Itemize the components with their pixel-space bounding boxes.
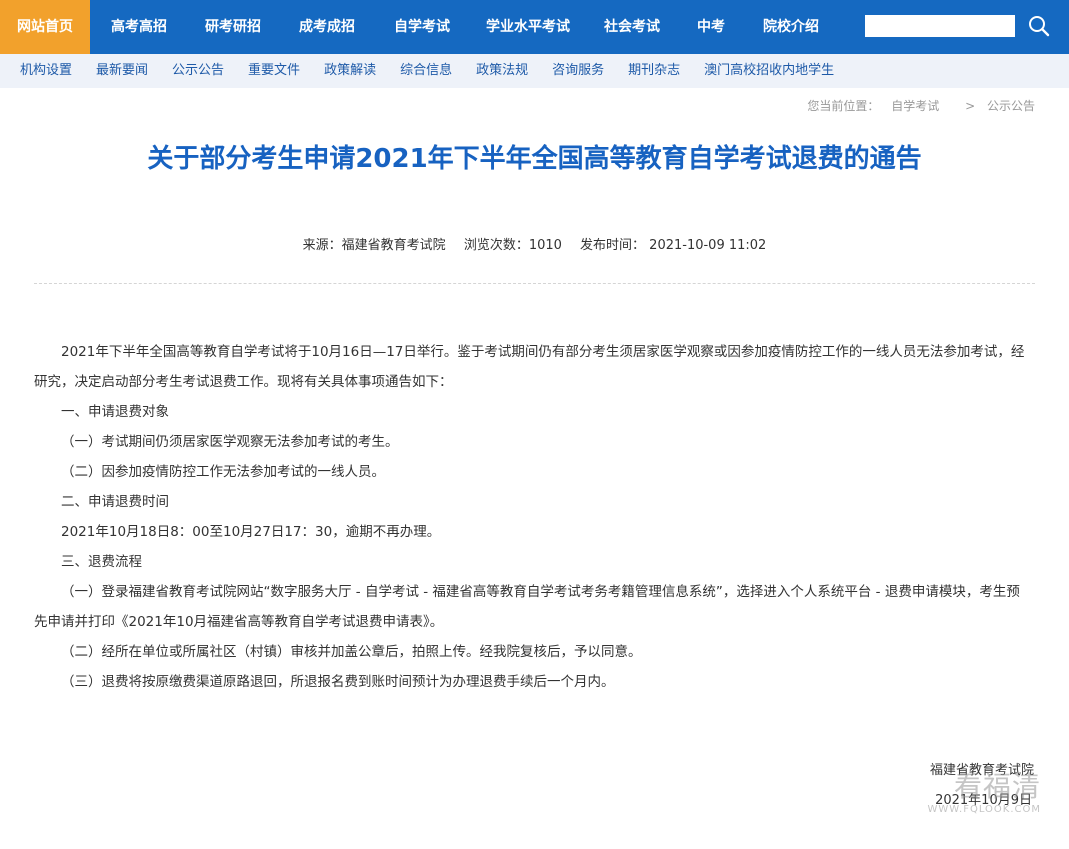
divider xyxy=(34,283,1035,284)
breadcrumb-link-zixue[interactable]: 自学考试 xyxy=(891,99,939,113)
top-navigation: 网站首页 高考高招 研考研招 成考成招 自学考试 学业水平考试 社会考试 中考 … xyxy=(0,0,1069,54)
watermark-logo: 看福清 WWW.FQLOOK.COM xyxy=(901,770,1041,830)
breadcrumb-separator: > xyxy=(965,99,976,113)
sub-navigation: 机构设置 最新要闻 公示公告 重要文件 政策解读 综合信息 政策法规 咨询服务 … xyxy=(0,54,1069,88)
nav-home[interactable]: 网站首页 xyxy=(0,0,90,54)
breadcrumb-link-gonggao[interactable]: 公示公告 xyxy=(987,99,1035,113)
article-publish-time: 发布时间： 2021-10-09 11:02 xyxy=(580,238,767,253)
section-heading: 二、申请退费时间 xyxy=(61,494,169,510)
subnav-item-zonghe[interactable]: 综合信息 xyxy=(400,54,452,88)
paragraph: （二）因参加疫情防控工作无法参加考试的一线人员。 xyxy=(61,464,385,480)
nav-zixue[interactable]: 自学考试 xyxy=(376,0,468,54)
subnav-item-gonggao[interactable]: 公示公告 xyxy=(172,54,224,88)
watermark-url: WWW.FQLOOK.COM xyxy=(927,804,1041,815)
subnav-item-zixun[interactable]: 咨询服务 xyxy=(552,54,604,88)
paragraph: （二）经所在单位或所属社区（村镇）审核并加盖公章后，拍照上传。经我院复核后，予以… xyxy=(61,644,642,660)
nav-zhongkao[interactable]: 中考 xyxy=(676,0,746,54)
subnav-item-jiedu[interactable]: 政策解读 xyxy=(324,54,376,88)
subnav-item-wenjian[interactable]: 重要文件 xyxy=(248,54,300,88)
watermark-text: 看福清 xyxy=(953,770,1041,803)
article-source: 来源：福建省教育考试院 xyxy=(302,238,446,253)
subnav-item-qikan[interactable]: 期刊杂志 xyxy=(628,54,680,88)
article-body: 2021年下半年全国高等教育自学考试将于10月16日—17日举行。鉴于考试期间仍… xyxy=(34,337,1030,697)
subnav-item-fagui[interactable]: 政策法规 xyxy=(476,54,528,88)
nav-yankao[interactable]: 研考研招 xyxy=(188,0,278,54)
paragraph: （一）登录福建省教育考试院网站“数字服务大厅 - 自学考试 - 福建省高等教育自… xyxy=(34,584,1020,630)
subnav-item-yaowen[interactable]: 最新要闻 xyxy=(96,54,148,88)
breadcrumb: 您当前位置： 自学考试 > 公示公告 xyxy=(799,97,1035,114)
nav-yuanxiao[interactable]: 院校介绍 xyxy=(746,0,836,54)
breadcrumb-label: 您当前位置： xyxy=(807,99,880,113)
search-icon[interactable] xyxy=(1027,14,1051,38)
article-meta: 来源：福建省教育考试院 浏览次数：1010 发布时间： 2021-10-09 1… xyxy=(0,234,1069,253)
paragraph-intro: 2021年下半年全国高等教育自学考试将于10月16日—17日举行。鉴于考试期间仍… xyxy=(34,344,1025,390)
paragraph: 2021年10月18日8：00至10月27日17：30，逾期不再办理。 xyxy=(61,524,441,540)
search-input[interactable] xyxy=(865,15,1015,37)
nav-xueye[interactable]: 学业水平考试 xyxy=(468,0,588,54)
paragraph: （一）考试期间仍须居家医学观察无法参加考试的考生。 xyxy=(61,434,399,450)
section-heading: 一、申请退费对象 xyxy=(61,404,169,420)
section-heading: 三、退费流程 xyxy=(61,554,142,570)
subnav-item-aomen[interactable]: 澳门高校招收内地学生 xyxy=(704,54,834,88)
subnav-item-jigou[interactable]: 机构设置 xyxy=(20,54,72,88)
nav-shehui[interactable]: 社会考试 xyxy=(588,0,676,54)
nav-gaokao[interactable]: 高考高招 xyxy=(90,0,188,54)
paragraph: （三）退费将按原缴费渠道原路退回，所退报名费到账时间预计为办理退费手续后一个月内… xyxy=(61,674,615,690)
nav-chengkao[interactable]: 成考成招 xyxy=(278,0,376,54)
article-title: 关于部分考生申请2021年下半年全国高等教育自学考试退费的通告 xyxy=(147,144,922,174)
article-views: 浏览次数：1010 xyxy=(463,238,562,253)
